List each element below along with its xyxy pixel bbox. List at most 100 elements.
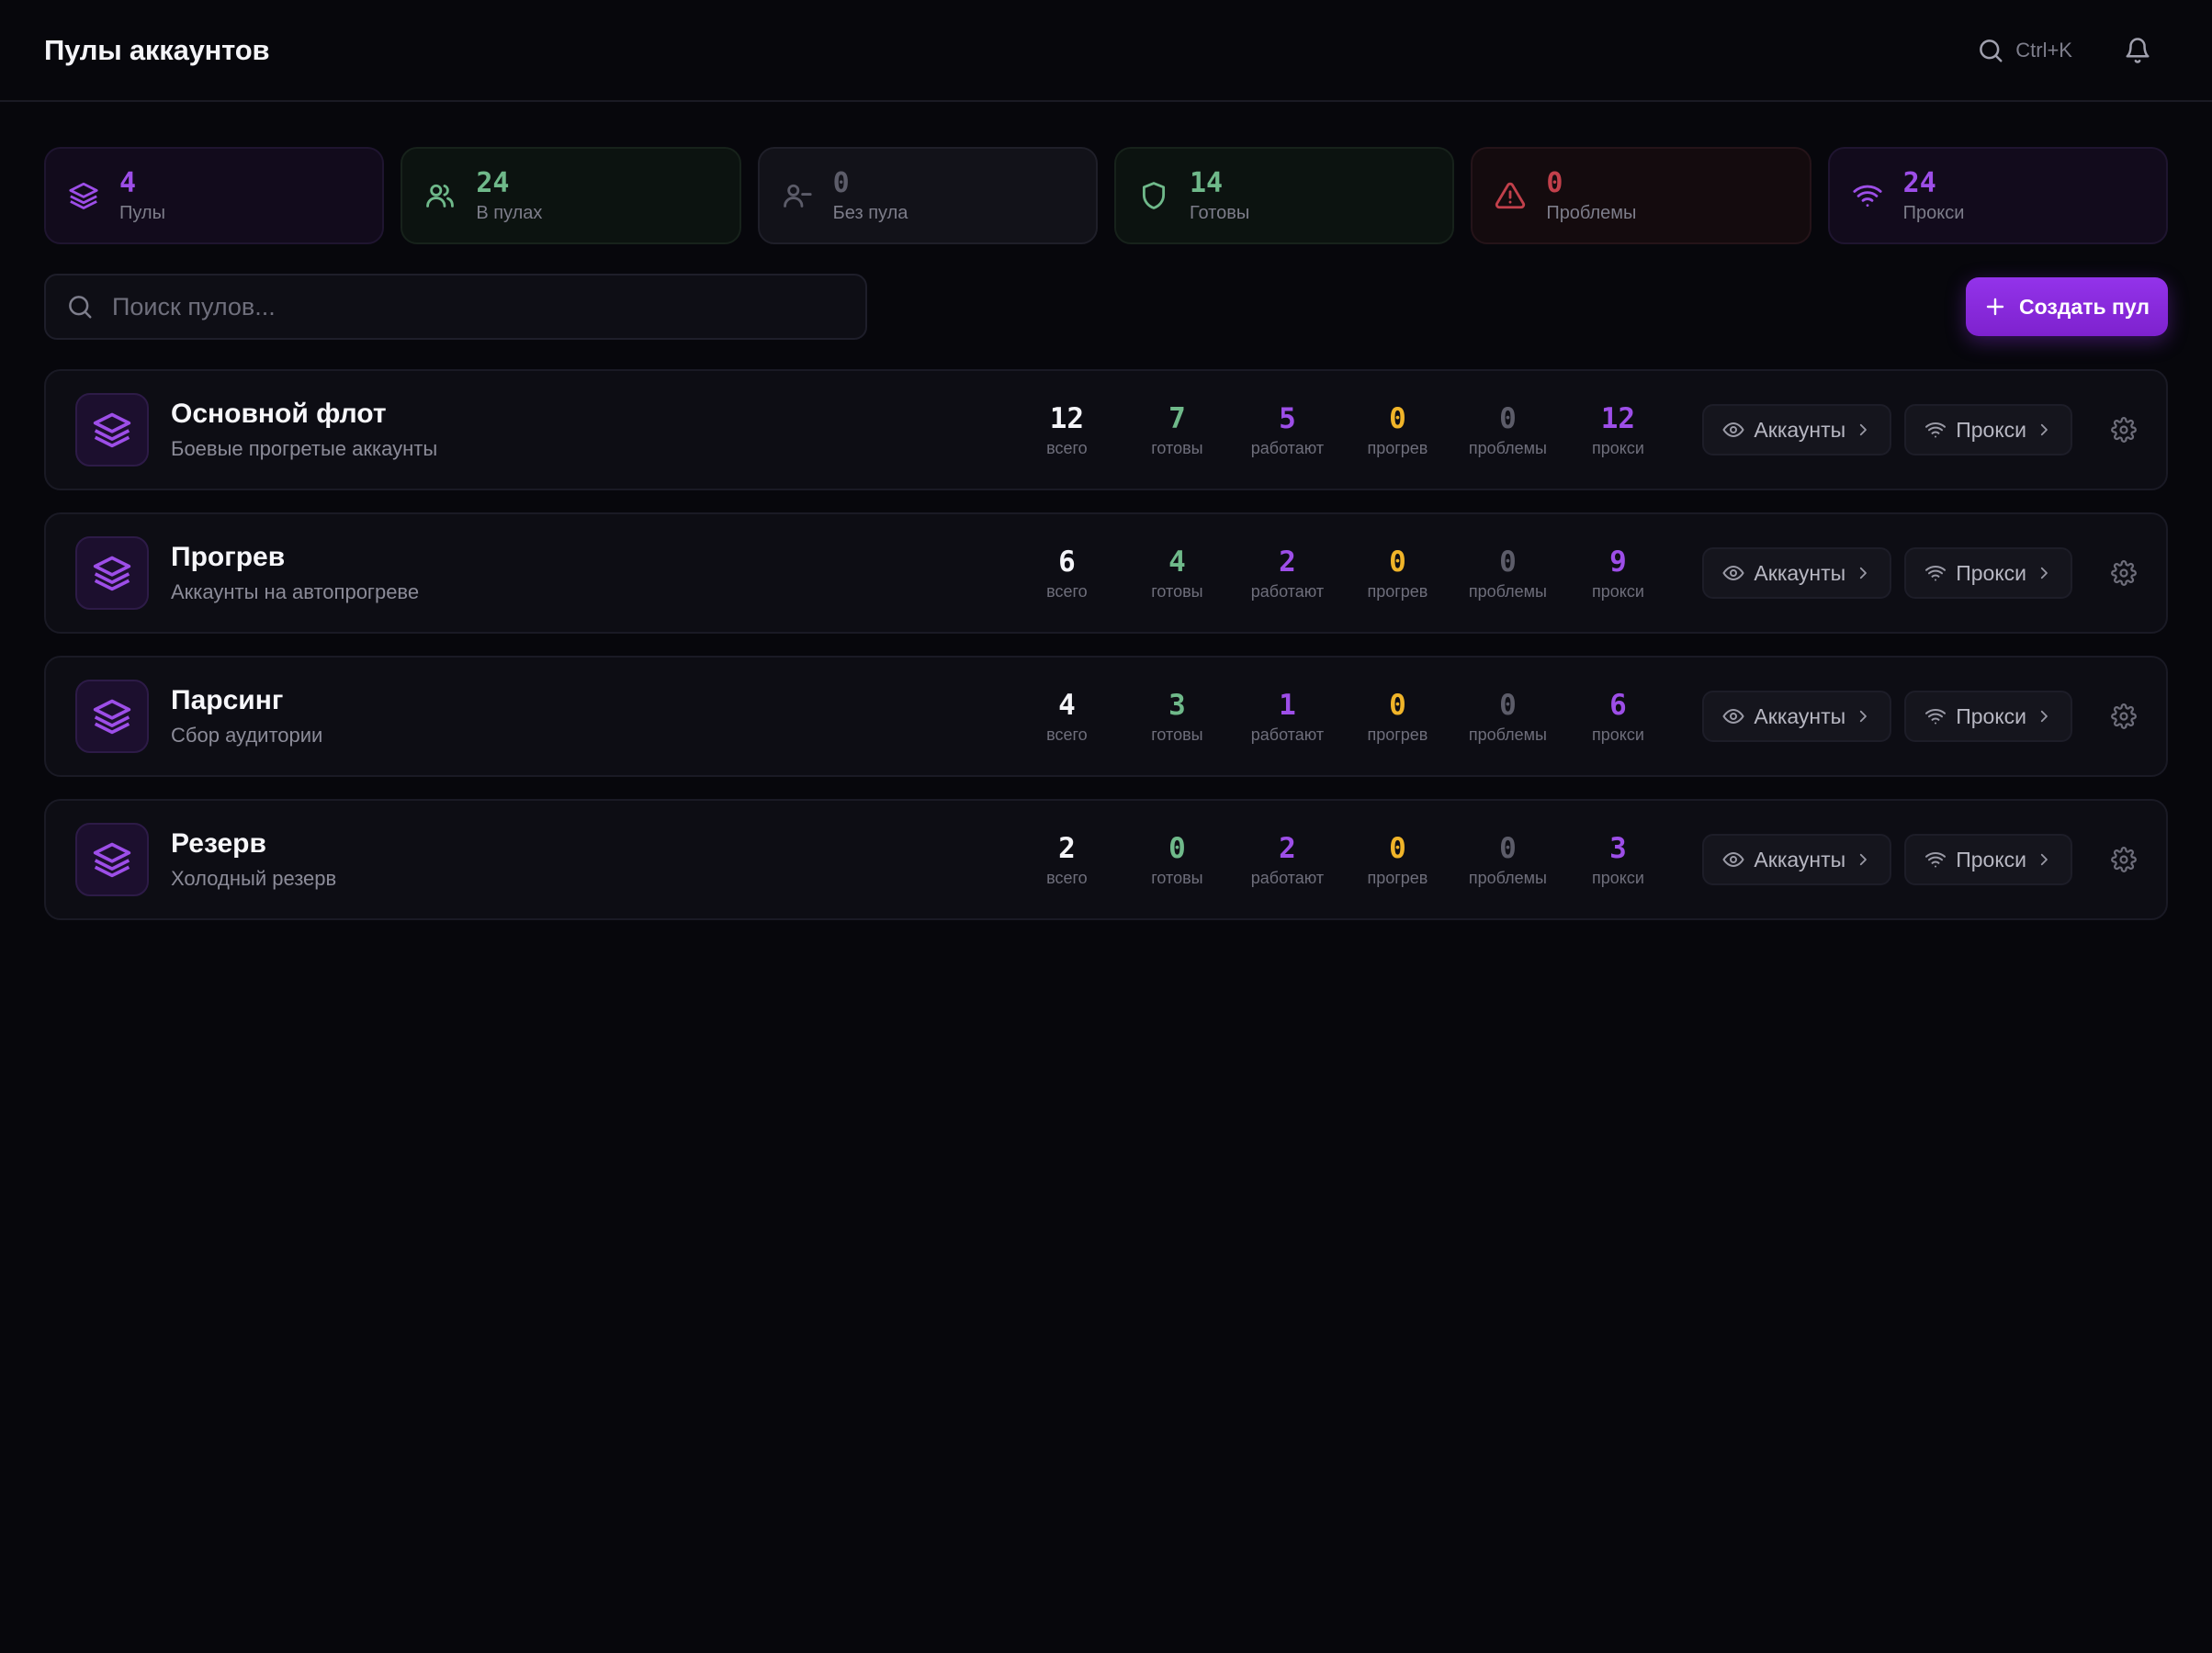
pool-actions: Аккаунты Прокси [1702,834,2137,885]
pool-avatar [75,536,149,610]
gear-icon[interactable] [2111,703,2137,729]
gear-icon[interactable] [2111,847,2137,872]
pool-row[interactable]: Прогрев Аккаунты на автопрогреве 6 всего… [44,512,2168,634]
wifi-icon [1924,705,1947,727]
metric-label: прокси [1591,581,1644,601]
metric-value: 6 [1058,545,1076,579]
eye-icon [1722,562,1745,584]
pool-metric: 4 всего [1011,689,1122,745]
metric-value: 7 [1168,401,1186,435]
pool-search[interactable] [44,274,867,340]
metric-value: 5 [1279,401,1296,435]
metric-value: 2 [1279,831,1296,865]
pool-accounts-button[interactable]: Аккаунты [1702,834,1892,885]
metric-value: 2 [1058,831,1076,865]
create-pool-button[interactable]: Создать пул [1966,277,2168,336]
metric-value: 9 [1609,545,1627,579]
stat-value: 4 [119,166,137,199]
create-pool-label: Создать пул [2019,294,2150,319]
stat-card: 24 Прокси [1827,147,2168,244]
metric-label: готовы [1151,725,1203,744]
search-shortcut-hint: Ctrl+K [2015,38,2072,62]
toolbar: Создать пул [44,274,2168,340]
metric-label: всего [1046,868,1088,887]
pool-metric: 0 прогрев [1342,832,1452,888]
pool-metric: 2 работают [1232,545,1342,602]
accounts-label: Аккаунты [1754,703,1846,728]
accounts-label: Аккаунты [1754,560,1846,585]
metric-label: работают [1250,725,1325,744]
pool-metric: 0 прогрев [1342,689,1452,745]
stat-text: 14 Готовы [1190,167,1249,224]
stat-text: 4 Пулы [119,166,165,224]
stat-card: 0 Проблемы [1471,147,1811,244]
metric-label: готовы [1151,438,1203,457]
pool-row[interactable]: Резерв Холодный резерв 2 всего 0 готовы … [44,799,2168,920]
pool-accounts-button[interactable]: Аккаунты [1702,404,1892,455]
chevron-right-icon [2036,565,2052,581]
pool-metrics: 2 всего 0 готовы 2 работают 0 прогрев 0 … [1011,832,1673,888]
metric-value: 0 [1168,831,1186,865]
pool-metric: 0 проблемы [1452,832,1563,888]
pool-proxies-button[interactable]: Прокси [1904,547,2072,599]
global-search-button[interactable]: Ctrl+K [1977,37,2072,64]
metric-value: 12 [1600,401,1636,435]
pool-metric: 9 прокси [1563,545,1673,602]
pool-metric: 0 прогрев [1342,402,1452,458]
pool-row[interactable]: Парсинг Сбор аудитории 4 всего 3 готовы … [44,656,2168,777]
pool-metric: 3 прокси [1563,832,1673,888]
chevron-right-icon [1855,708,1871,725]
gear-icon[interactable] [2111,560,2137,586]
stat-label: Без пула [832,202,908,223]
pool-search-input[interactable] [112,292,845,321]
pool-metric: 6 прокси [1563,689,1673,745]
pool-metric: 0 проблемы [1452,545,1563,602]
pool-accounts-button[interactable]: Аккаунты [1702,691,1892,742]
stat-text: 0 Без пула [832,167,908,224]
eye-icon [1722,419,1745,441]
wifi-icon [1924,849,1947,871]
wifi-icon [1924,562,1947,584]
notifications-button[interactable] [2124,37,2151,64]
metric-value: 0 [1389,545,1406,579]
metric-label: всего [1046,438,1088,457]
metric-label: прогрев [1367,438,1428,457]
metric-label: прогрев [1367,868,1428,887]
pool-avatar [75,823,149,896]
shield-icon [1138,180,1169,211]
layers-icon [68,180,99,211]
metric-label: проблемы [1468,438,1547,457]
metric-label: работают [1250,438,1325,457]
pool-proxies-button[interactable]: Прокси [1904,834,2072,885]
metric-label: проблемы [1468,581,1547,601]
metric-label: работают [1250,581,1325,601]
metric-value: 1 [1279,688,1296,722]
metric-label: прогрев [1367,581,1428,601]
metric-value: 0 [1389,831,1406,865]
metric-label: готовы [1151,868,1203,887]
pool-metric: 1 работают [1232,689,1342,745]
stat-label: Пулы [119,202,165,223]
pool-description: Сбор аудитории [171,724,323,747]
chevron-right-icon [1855,565,1871,581]
pool-proxies-button[interactable]: Прокси [1904,691,2072,742]
metric-value: 4 [1058,688,1076,722]
chevron-right-icon [2036,708,2052,725]
pool-name: Резерв [171,828,266,859]
pool-info: Прогрев Аккаунты на автопрогреве [171,542,875,604]
pool-metric: 0 готовы [1122,832,1232,888]
pool-proxies-button[interactable]: Прокси [1904,404,2072,455]
stat-card: 14 Готовы [1113,147,1455,244]
proxies-label: Прокси [1956,847,2026,871]
stat-text: 0 Проблемы [1546,167,1636,224]
wifi-icon [1852,180,1883,211]
proxies-label: Прокси [1956,560,2026,585]
pool-accounts-button[interactable]: Аккаунты [1702,547,1892,599]
metric-value: 4 [1168,545,1186,579]
pool-metric: 0 проблемы [1452,402,1563,458]
pool-avatar [75,680,149,753]
pool-row[interactable]: Основной флот Боевые прогретые аккаунты … [44,369,2168,490]
pool-description: Аккаунты на автопрогреве [171,580,420,603]
gear-icon[interactable] [2111,417,2137,443]
metric-label: всего [1046,725,1088,744]
